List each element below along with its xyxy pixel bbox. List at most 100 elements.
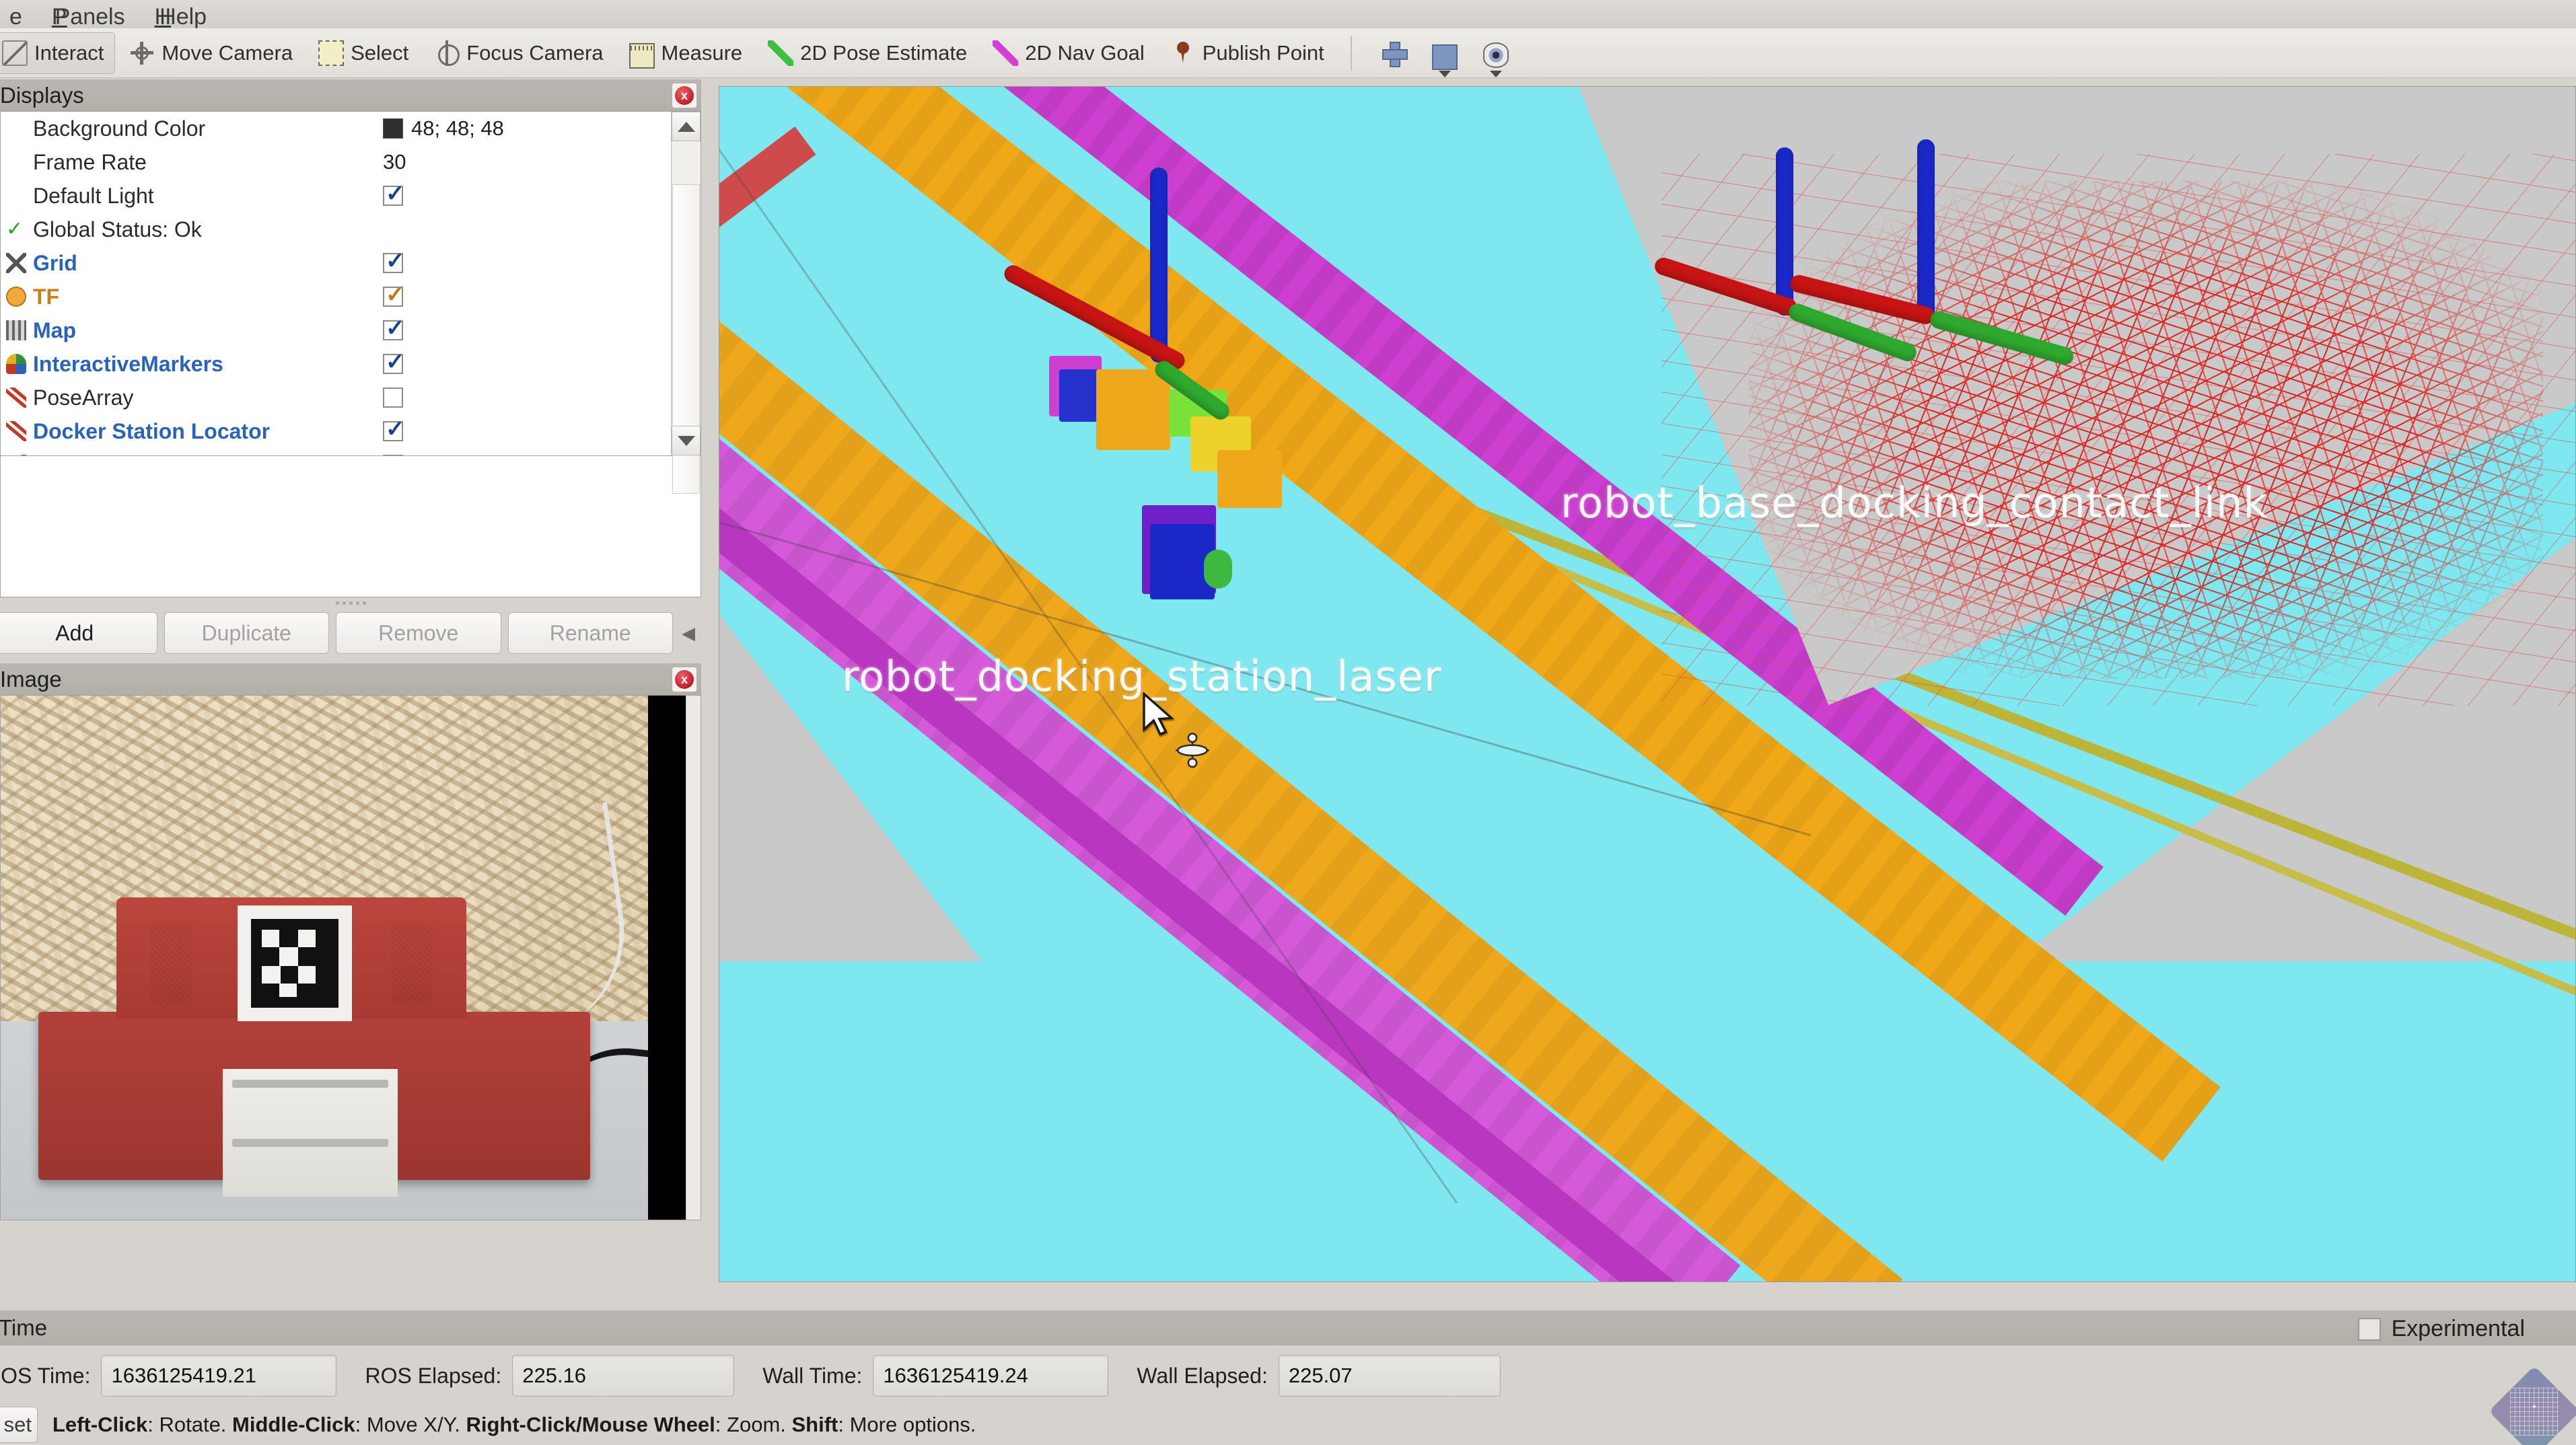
display-row-default-light[interactable]: Default Light — [1, 179, 671, 213]
display-label: Grid — [6, 251, 383, 276]
display-row-pose-array[interactable]: PoseArray — [1, 381, 671, 414]
display-label-text: Frame Rate — [33, 149, 147, 174]
interactive-markers-checkbox[interactable] — [383, 348, 405, 375]
map-checkbox[interactable] — [383, 315, 405, 342]
laser-scan-cloud-sparse — [1661, 154, 2575, 706]
display-label-text: LaserScan — [33, 453, 142, 456]
rviz-window: e PPanels HHelp Interact Move Camera Sel… — [0, 0, 2576, 1445]
tool-remove-tool-button[interactable] — [1421, 32, 1469, 77]
display-row-docker-station-locator[interactable]: Docker Station Locator — [1, 414, 671, 448]
tf-checkbox[interactable] — [383, 281, 405, 308]
experimental-toggle[interactable]: Experimental — [2357, 1316, 2525, 1342]
tool-interact[interactable]: Interact — [0, 32, 116, 74]
display-row-tf[interactable]: TF — [1, 280, 671, 313]
displays-close-button[interactable]: x — [672, 83, 697, 108]
grid-checkbox[interactable] — [383, 248, 405, 274]
rename-button-label: Rename — [549, 620, 631, 645]
splitter-grip[interactable] — [0, 597, 701, 608]
menu-label-file: e — [9, 4, 22, 28]
tool-label-interact: Interact — [34, 40, 104, 65]
interactive-marker-handle-green[interactable] — [1204, 550, 1232, 589]
display-row-grid[interactable]: Grid — [1, 246, 671, 280]
tf-axis-z-3 — [1917, 139, 1935, 321]
display-value[interactable] — [383, 281, 405, 308]
image-scrollbar[interactable] — [686, 696, 701, 1220]
displays-scrollbar[interactable] — [671, 112, 701, 494]
displays-panel-header: Displays x — [0, 79, 701, 112]
display-label-text: Background Color — [33, 116, 206, 141]
ros-elapsed-field: ROS Elapsed: 225.16 — [365, 1355, 735, 1397]
image-close-button[interactable]: x — [672, 667, 697, 692]
docker-station-locator-checkbox[interactable] — [383, 416, 405, 443]
hint-move-xy: : Move X/Y. — [355, 1413, 466, 1436]
tool-focus-camera[interactable]: Focus Camera — [423, 32, 614, 74]
interactive-marker-box-orange[interactable] — [1096, 369, 1170, 450]
rename-button[interactable]: Rename — [507, 612, 673, 654]
dock-collapse-handle[interactable]: ◀ — [680, 612, 697, 654]
chevron-down-icon-2[interactable] — [1489, 70, 1502, 77]
camera-image-view[interactable] — [0, 696, 701, 1220]
tool-move-camera[interactable]: Move Camera — [118, 32, 304, 74]
display-value[interactable]: 30 — [383, 150, 406, 174]
menu-item-panels[interactable]: PPanels — [37, 5, 140, 28]
camera-frame — [1, 696, 654, 1220]
display-value[interactable] — [383, 348, 405, 375]
display-row-background-color[interactable]: Background Color 48; 48; 48 — [1, 112, 671, 145]
display-value[interactable] — [383, 416, 405, 443]
display-value[interactable] — [383, 315, 405, 342]
wall-time-input[interactable]: 1636125419.24 — [873, 1355, 1109, 1397]
display-value[interactable] — [383, 180, 405, 207]
ros-time-input[interactable]: 1636125419.21 — [101, 1355, 337, 1397]
add-button[interactable]: Add — [0, 612, 157, 654]
display-row-frame-rate[interactable]: Frame Rate 30 — [1, 145, 671, 179]
toolbar-separator — [1350, 35, 1352, 71]
reflector-strip-left — [150, 924, 192, 1005]
interactive-marker-box-blue[interactable] — [1059, 369, 1098, 422]
display-label: Map — [6, 318, 383, 343]
reset-button[interactable]: set — [0, 1407, 38, 1443]
displays-button-row: Add Duplicate Remove Rename ◀ — [0, 608, 701, 654]
ros-elapsed-input[interactable]: 225.16 — [512, 1355, 735, 1397]
duplicate-button[interactable]: Duplicate — [164, 612, 329, 654]
cursor-icon — [2, 40, 28, 66]
display-label: PoseArray — [6, 385, 383, 410]
display-label: Background Color — [6, 116, 383, 141]
display-value[interactable] — [383, 387, 403, 408]
tool-2d-pose-estimate[interactable]: 2D Pose Estimate — [756, 32, 978, 74]
render-view-3d[interactable]: robot_base_docking_contact_link robot_do… — [719, 86, 2576, 1282]
default-light-checkbox[interactable] — [383, 180, 405, 207]
tool-2d-nav-goal[interactable]: 2D Nav Goal — [981, 32, 1155, 74]
remove-button[interactable]: Remove — [336, 612, 501, 654]
hint-right-click: Right-Click/Mouse Wheel — [466, 1413, 715, 1436]
menu-item-file[interactable]: e — [0, 5, 37, 28]
menu-label-panels: Panels — [55, 4, 125, 28]
tool-select[interactable]: Select — [307, 32, 420, 74]
time-panel-header: Time — [0, 1310, 2576, 1345]
green-arrow-icon — [768, 40, 794, 66]
tool-publish-point[interactable]: Publish Point — [1159, 32, 1336, 74]
display-properties-area[interactable] — [0, 456, 701, 597]
display-row-map[interactable]: Map — [1, 313, 671, 347]
displays-tree[interactable]: Background Color 48; 48; 48 Frame Rate 3… — [0, 112, 701, 494]
display-row-laser-scan[interactable]: LaserScan — [1, 448, 671, 455]
display-row-interactive-markers[interactable]: InteractiveMarkers — [1, 347, 671, 381]
experimental-checkbox[interactable] — [2357, 1317, 2381, 1341]
interactive-marker-box-orange-2[interactable] — [1217, 450, 1282, 508]
tool-measure[interactable]: Measure — [618, 32, 754, 74]
scroll-up-button[interactable] — [672, 112, 701, 141]
wall-elapsed-input[interactable]: 225.07 — [1278, 1355, 1501, 1397]
display-label: TF — [6, 285, 383, 309]
display-value[interactable]: 48; 48; 48 — [383, 116, 504, 141]
triangle-up-icon — [677, 121, 695, 132]
menu-item-help[interactable]: HHelp — [140, 5, 222, 28]
display-value[interactable] — [383, 248, 405, 274]
left-dock: Displays x Background Color 48; 48; 48 F… — [0, 79, 701, 1310]
pose-array-checkbox[interactable] — [383, 387, 403, 408]
blank-icon — [6, 152, 26, 172]
scroll-down-button[interactable] — [672, 426, 701, 455]
tool-add-tool-button[interactable] — [1369, 32, 1418, 74]
tool-visibility-button[interactable] — [1472, 32, 1520, 77]
chevron-down-icon[interactable] — [1438, 70, 1451, 77]
image-panel-title: Image — [0, 666, 62, 692]
display-row-global-status[interactable]: ✓ Global Status: Ok — [1, 213, 671, 246]
